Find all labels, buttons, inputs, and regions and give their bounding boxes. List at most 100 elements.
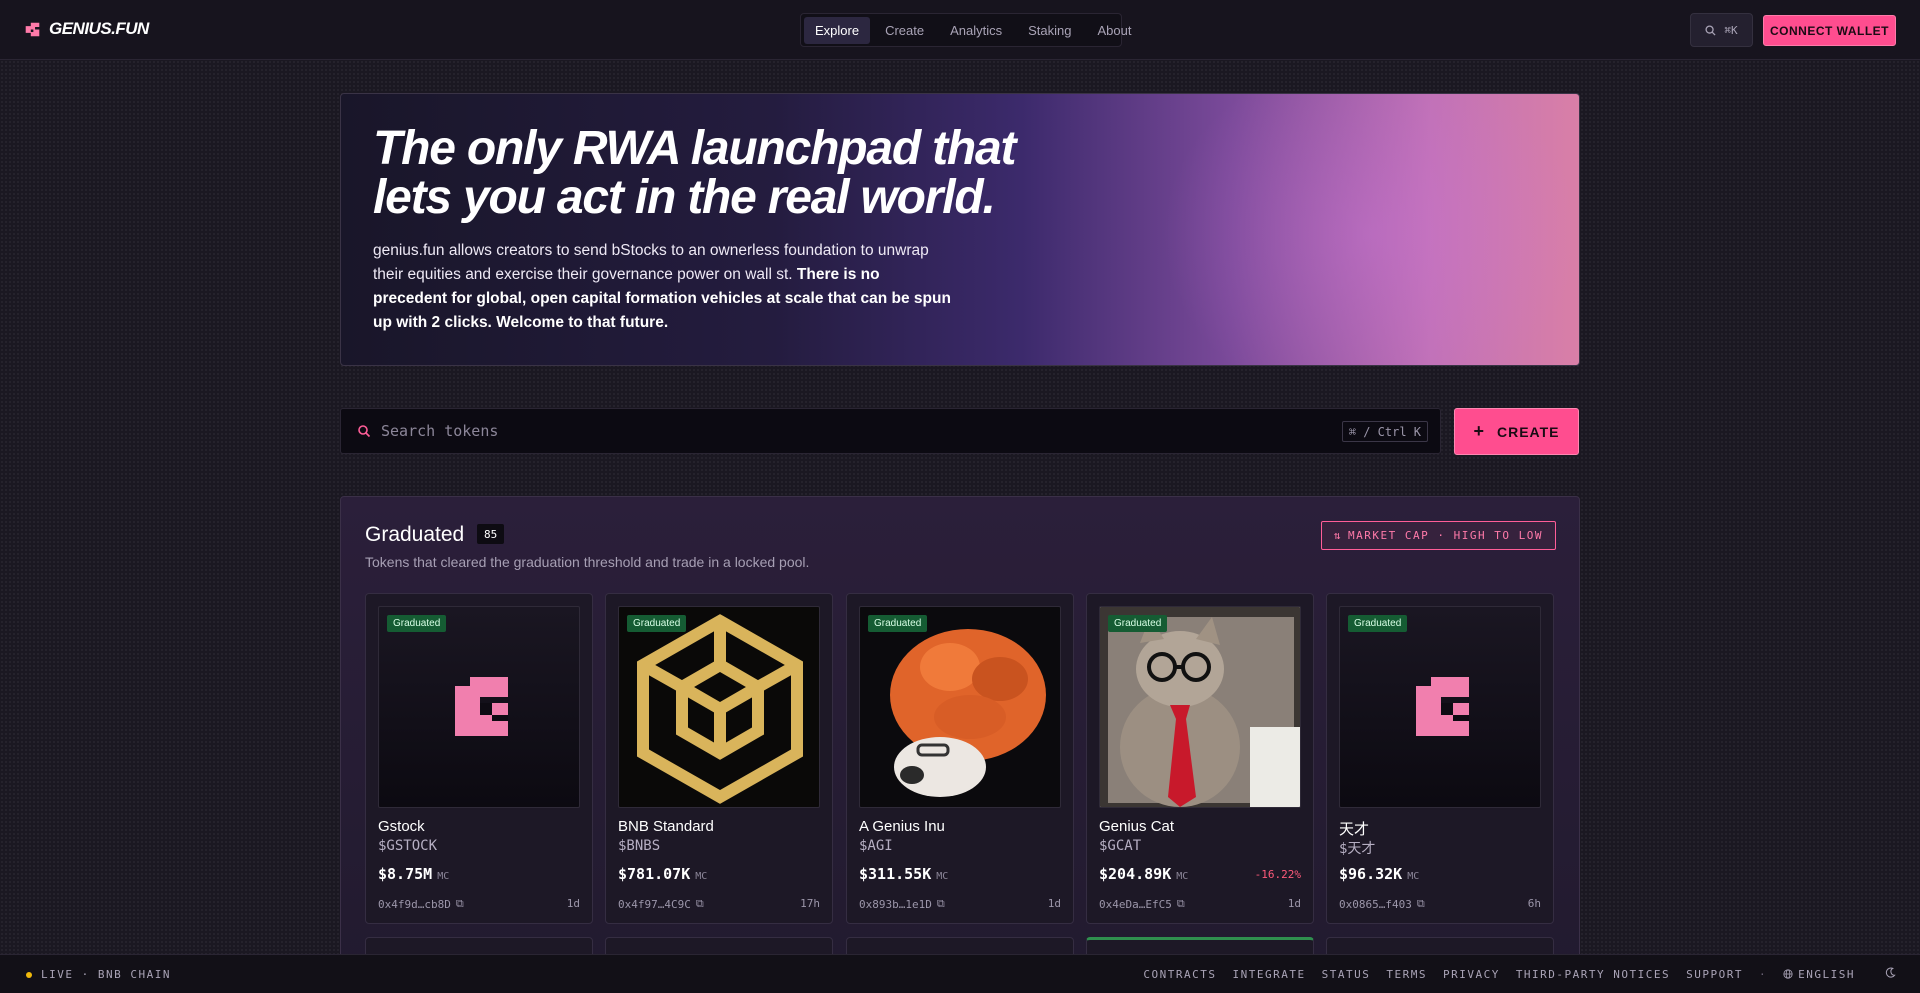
search-shortcut: ⌘K [1724,23,1738,37]
create-label: CREATE [1496,423,1560,440]
token-name: A Genius Inu [859,818,945,835]
hero-banner: The only RWA launchpad that lets you act… [340,93,1580,366]
language-selector[interactable]: ENGLISH [1783,968,1855,981]
globe-icon [1783,969,1793,979]
create-button[interactable]: + CREATE [1454,408,1579,455]
contract-address[interactable]: 0x0865…f403 ⧉ [1339,897,1425,911]
copy-icon[interactable]: ⧉ [1177,897,1185,911]
genius-logo-icon [455,677,508,736]
live-dot-icon [26,971,32,978]
graduated-section: Graduated 85 Tokens that cleared the gra… [340,496,1580,993]
search-icon [1705,24,1716,36]
search-input[interactable] [381,409,1281,453]
footer-link-integrate[interactable]: INTEGRATE [1232,968,1305,981]
copy-icon[interactable]: ⧉ [456,897,464,911]
brain-dog-icon [890,629,1046,797]
token-card[interactable]: Graduated Gstock $GSTOCK $8.75M MC 0x4f9d… [365,593,593,924]
mc-suffix: MC [695,871,708,882]
graduated-badge: Graduated [387,615,447,632]
footer-links: CONTRACTS INTEGRATE STATUS TERMS PRIVACY… [1143,967,1896,981]
footer: LIVE · BNB CHAIN CONTRACTS INTEGRATE STA… [0,954,1920,993]
graduated-badge: Graduated [1108,615,1168,632]
nav-create[interactable]: Create [874,17,935,44]
sort-icon: ⇅ [1333,529,1343,542]
token-card[interactable]: Graduated A Genius Inu $AGI $311.55K MC 0… [846,593,1074,924]
cat-with-glasses-icon [1100,607,1300,807]
footer-link-support[interactable]: SUPPORT [1686,968,1743,981]
sort-label: MARKET CAP · HIGH TO LOW [1348,529,1543,542]
token-name: Gstock [378,818,425,835]
plus-icon: + [1473,421,1485,441]
contract-address[interactable]: 0x4eDa…EfC5 ⧉ [1099,897,1185,911]
market-cap: $311.55K MC [859,865,948,883]
hero-title: The only RWA launchpad that lets you act… [373,124,1133,222]
count-badge: 85 [477,524,505,544]
footer-link-status[interactable]: STATUS [1322,968,1371,981]
nav-analytics[interactable]: Analytics [939,17,1013,44]
market-cap-value: $8.75M [378,865,433,883]
market-cap-value: $311.55K [859,865,932,883]
genius-logo-icon [25,22,40,36]
token-card[interactable]: Graduated 天才 $天才 $96.32K MC 0x0865…f403 ⧉ … [1326,593,1554,924]
token-image: Graduated [618,606,820,808]
price-change: -16.22% [1254,868,1301,881]
connect-wallet-button[interactable]: CONNECT WALLET [1763,15,1896,46]
token-ticker: $GCAT [1099,838,1142,854]
nav-staking[interactable]: Staking [1017,17,1082,44]
main-nav: Explore Create Analytics Staking About [800,13,1132,47]
hero-description: genius.fun allows creators to send bStoc… [373,239,953,335]
section-subtitle: Tokens that cleared the graduation thres… [365,554,810,570]
footer-link-third-party-notices[interactable]: THIRD-PARTY NOTICES [1516,968,1670,981]
token-card[interactable]: Graduated BNB Standard $BNBS $781.07K MC … [605,593,833,924]
gold-cube-icon [637,614,803,804]
footer-separator: · [1759,967,1768,981]
token-age: 1d [566,897,580,910]
copy-icon[interactable]: ⧉ [696,897,704,911]
footer-link-contracts[interactable]: CONTRACTS [1143,968,1216,981]
token-image: Graduated [378,606,580,808]
mc-suffix: MC [1407,871,1420,882]
sort-dropdown[interactable]: ⇅ MARKET CAP · HIGH TO LOW [1320,521,1556,550]
token-card[interactable]: Graduated Genius Cat $GCAT $204.89K MC -1… [1086,593,1314,924]
mc-suffix: MC [1176,871,1189,882]
token-age: 1d [1047,897,1061,910]
market-cap-value: $96.32K [1339,865,1403,883]
header-search-button[interactable]: ⌘K [1690,13,1753,47]
contract-address[interactable]: 0x893b…1e1D ⧉ [859,897,945,911]
language-label: ENGLISH [1798,967,1855,981]
market-cap: $781.07K MC [618,865,707,883]
nav-about[interactable]: About [1087,17,1143,44]
network-status: LIVE · BNB CHAIN [26,968,171,981]
token-ticker: $BNBS [618,838,661,854]
token-image: Graduated [859,606,1061,808]
market-cap: $204.89K MC [1099,865,1188,883]
token-ticker: $AGI [859,838,893,854]
market-cap-value: $781.07K [618,865,691,883]
hero-title-line2: lets you act in the real world. [373,171,996,224]
logo[interactable]: GENIUS.FUN [24,19,149,39]
token-name: 天才 [1339,821,1370,838]
token-image: Graduated [1339,606,1541,808]
copy-icon[interactable]: ⧉ [1417,897,1425,911]
token-name: Genius Cat [1099,818,1175,835]
copy-icon[interactable]: ⧉ [937,897,945,911]
address-text: 0x0865…f403 [1339,897,1412,911]
section-title: Graduated [365,523,465,546]
address-text: 0x4f97…4C9C [618,897,691,911]
hero-title-line1: The only RWA launchpad that [373,122,1016,175]
contract-address[interactable]: 0x4f97…4C9C ⧉ [618,897,704,911]
graduated-badge: Graduated [868,615,928,632]
footer-link-terms[interactable]: TERMS [1386,968,1427,981]
graduated-badge: Graduated [627,615,687,632]
token-ticker: $GSTOCK [378,838,438,854]
contract-address[interactable]: 0x4f9d…cb8D ⧉ [378,897,464,911]
market-cap-value: $204.89K [1099,865,1172,883]
top-header: GENIUS.FUN Explore Create Analytics Stak… [0,0,1920,60]
market-cap: $96.32K MC [1339,865,1419,883]
footer-link-privacy[interactable]: PRIVACY [1443,968,1500,981]
market-cap: $8.75M MC [378,865,449,883]
nav-explore[interactable]: Explore [804,16,871,44]
genius-logo-icon [1416,677,1469,736]
theme-toggle-moon-icon[interactable] [1885,967,1896,981]
mc-suffix: MC [437,871,450,882]
